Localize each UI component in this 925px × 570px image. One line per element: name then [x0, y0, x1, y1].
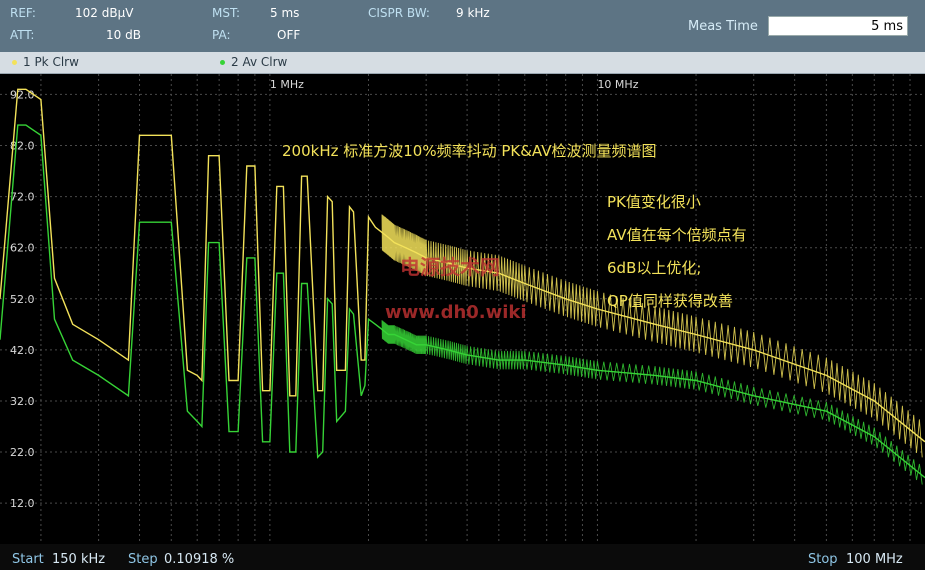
trace-2-label: 2 Av Clrw	[231, 55, 288, 69]
meas-time-input[interactable]	[768, 16, 908, 36]
trace-2-item[interactable]: 2 Av Clrw	[220, 55, 287, 69]
note-line-1: PK值变化很小	[607, 193, 701, 211]
note-line-2: AV值在每个倍频点有	[607, 226, 747, 244]
stop-label: Stop	[808, 552, 838, 567]
stop-value[interactable]: 100 MHz	[846, 552, 903, 567]
meas-time-label: Meas Time	[688, 19, 758, 34]
trace-legend-bar: 1 Pk Clrw 2 Av Clrw	[0, 52, 925, 74]
spectrum-chart: 92.082.072.062.052.042.032.022.012.0 1 M…	[0, 74, 925, 544]
pa-value[interactable]: OFF	[277, 28, 300, 42]
y-tick-label: 52.0	[10, 293, 35, 306]
note-line-3: 6dB以上优化;	[607, 259, 701, 277]
y-tick-label: 72.0	[10, 191, 35, 204]
mst-label: MST:	[212, 6, 241, 20]
trace-2-color-dot	[220, 60, 225, 65]
sweep-footer: Start 150 kHz Step 0.10918 % Stop 100 MH…	[0, 548, 925, 570]
start-label: Start	[12, 552, 44, 567]
y-tick-label: 62.0	[10, 242, 35, 255]
ref-label: REF:	[10, 6, 36, 20]
att-label: ATT:	[10, 28, 35, 42]
y-tick-label: 32.0	[10, 395, 35, 408]
chart-annotation-title: 200kHz 标准方波10%频率抖动 PK&AV检波测量频谱图	[282, 142, 657, 160]
y-tick-label: 92.0	[10, 88, 35, 101]
x-tick-label: 1 MHz	[270, 78, 304, 91]
trace-1-noise	[381, 214, 923, 458]
start-value[interactable]: 150 kHz	[52, 552, 105, 567]
trace-2-noise	[381, 320, 923, 485]
att-value[interactable]: 10 dB	[106, 28, 141, 42]
trace-1-color-dot	[12, 60, 17, 65]
step-label: Step	[128, 552, 158, 567]
spectrum-plot[interactable]: 92.0 82.0 72.0 62.0 52.0 42.0 32.0 22.0 12.0 1 M…	[0, 74, 925, 544]
y-tick-label: 12.0	[10, 497, 35, 510]
cispr-bw-value[interactable]: 9 kHz	[456, 6, 490, 20]
cispr-bw-label: CISPR BW:	[368, 6, 430, 20]
note-line-4: QP值同样获得改善	[607, 292, 733, 310]
mst-value[interactable]: 5 ms	[270, 6, 299, 20]
y-tick-label: 22.0	[10, 446, 35, 459]
y-tick-label: 42.0	[10, 344, 35, 357]
trace-1-item[interactable]: 1 Pk Clrw	[12, 55, 79, 69]
y-tick-labels: 92.082.072.062.052.042.032.022.012.0	[10, 88, 35, 510]
status-header: REF: 102 dBµV ATT: 10 dB MST: 5 ms PA: O…	[0, 0, 925, 52]
watermark-url: www.dh0.wiki	[385, 302, 527, 323]
step-value[interactable]: 0.10918 %	[164, 552, 234, 567]
trace-1-label: 1 Pk Clrw	[23, 55, 79, 69]
watermark-cn: 电源技术网	[400, 255, 500, 279]
x-tick-label: 10 MHz	[597, 78, 638, 91]
pa-label: PA:	[212, 28, 231, 42]
ref-value[interactable]: 102 dBµV	[75, 6, 133, 20]
x-tick-labels: 1 MHz 10 MHz	[270, 78, 639, 91]
